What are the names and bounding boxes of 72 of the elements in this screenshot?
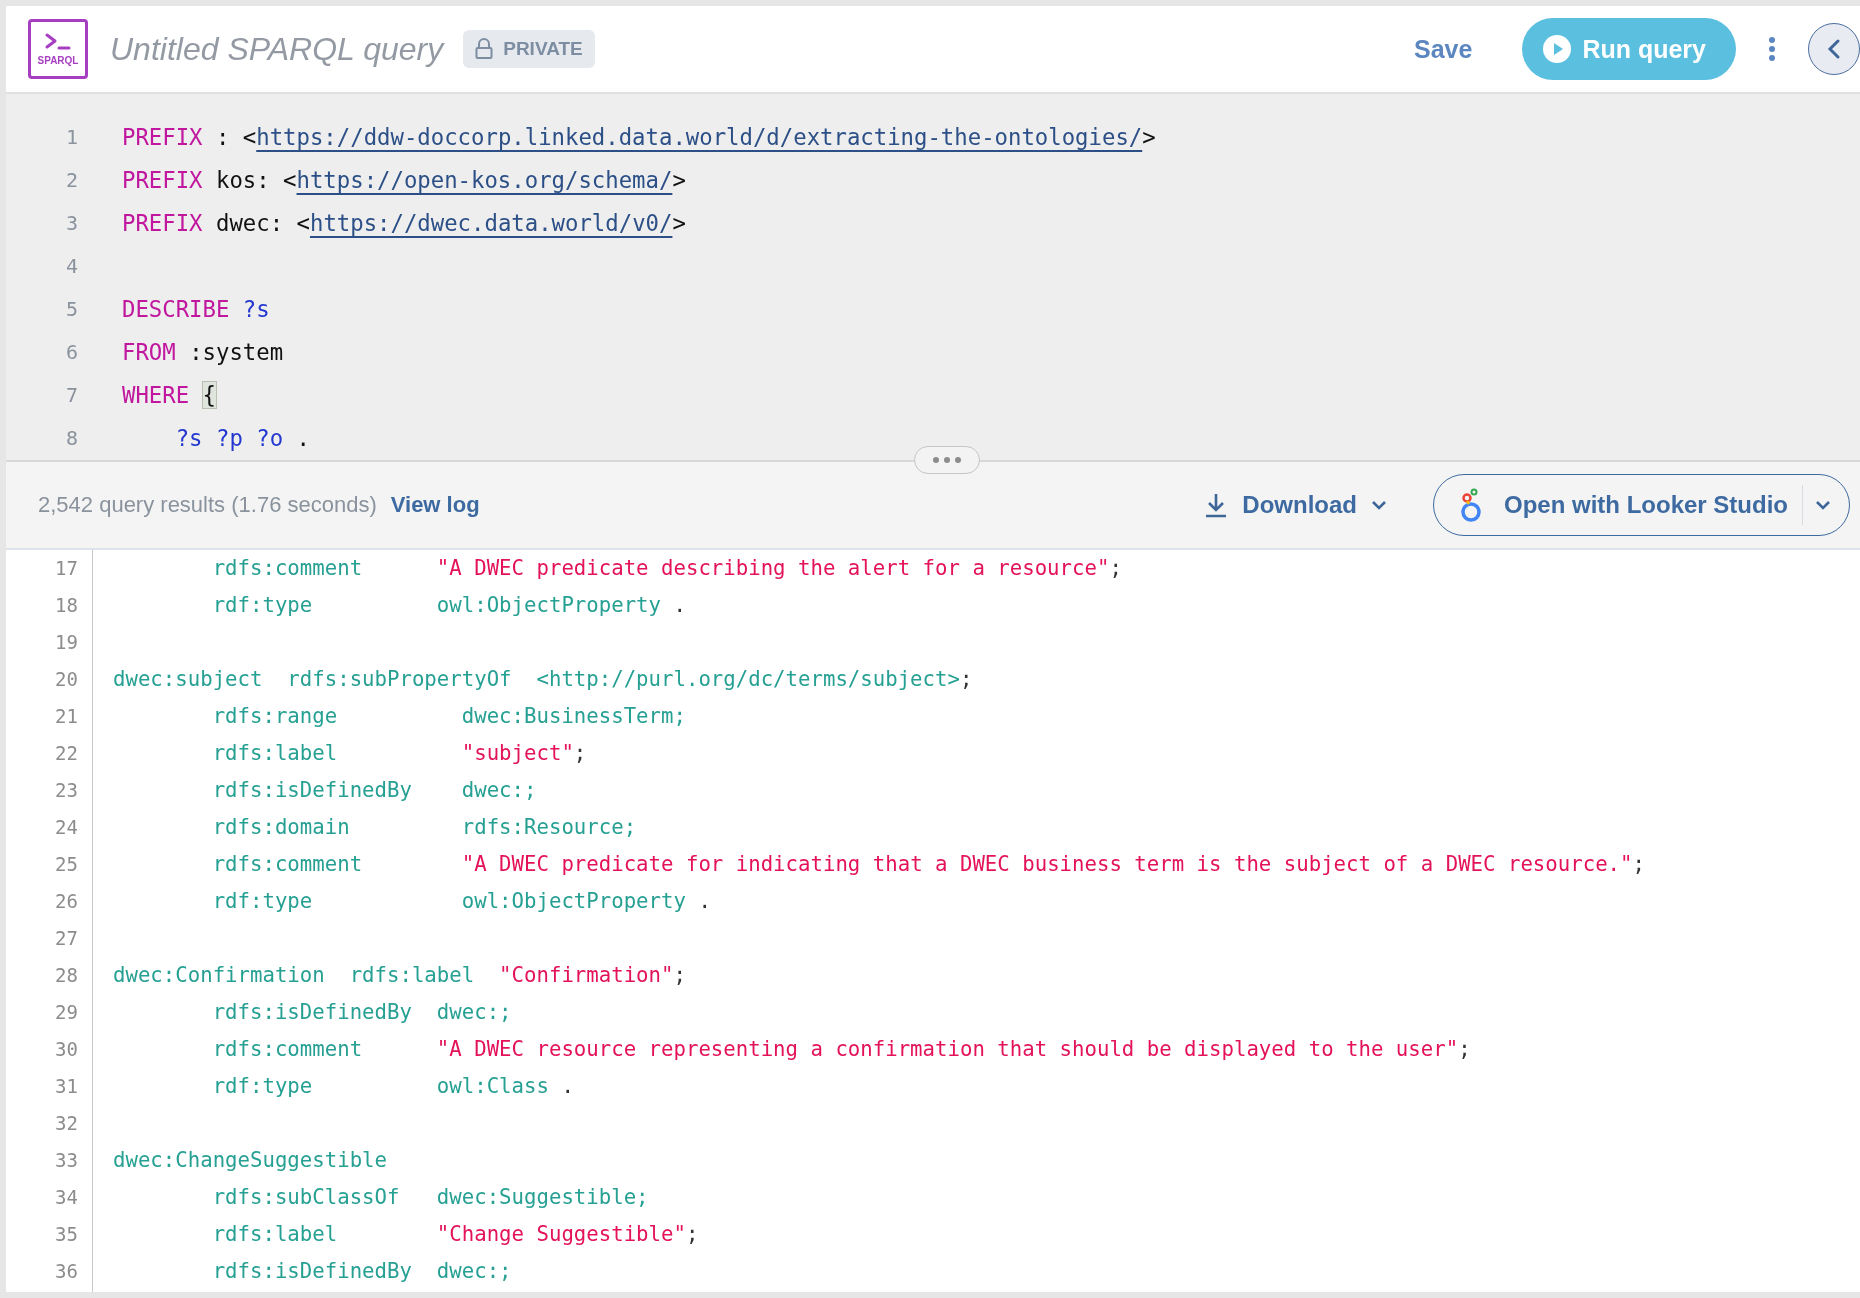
line-number: 2 [65,168,78,192]
code-line: rdfs:subClassOf dwec:Suggestible; [211,1185,649,1209]
code-line: rdfs:label "Change Suggestible"; [211,1222,699,1246]
resize-handle[interactable] [914,446,980,474]
line-number: 32 [55,1112,78,1134]
code-line: rdfs:comment "A DWEC predicate describing the alert for a resource"; [211,556,1122,580]
line-number: 5 [65,297,78,321]
code-line: rdf:type owl:Class . [211,1074,574,1098]
line-number: 25 [55,853,78,875]
line-number: 34 [55,1186,78,1208]
lock-icon [475,38,494,60]
badge-label: PRIVATE [503,38,583,60]
code-line: FROM :system [122,339,284,365]
code-line: PREFIX dwec: <https://dwec.data.world/v0/> [122,210,686,236]
collapse-button[interactable] [1808,23,1860,75]
more-icon [1768,36,1776,62]
line-number: 29 [55,1001,78,1023]
download-icon [1204,492,1229,518]
prompt-icon [44,32,72,52]
caret-icon [1815,500,1831,510]
logo-label: SPARQL [37,56,79,66]
results-summary: 2,542 query results (1.76 seconds) [38,492,377,518]
save-button[interactable]: Save [1414,34,1473,64]
code-line: rdfs:range dwec:BusinessTerm; [211,704,686,728]
line-number: 17 [55,557,78,579]
code-line: ?s ?p ?o . [174,425,310,451]
line-number: 24 [55,816,78,838]
looker-icon [1458,487,1484,523]
line-number: 28 [55,964,78,986]
code-line: dwec:subject rdfs:subPropertyOf <http://purl.org/dc/terms/subject>; [113,667,973,691]
code-line: rdfs:isDefinedBy dwec:; [211,778,537,802]
line-number: 20 [55,668,78,690]
line-number: 30 [55,1038,78,1060]
line-number: 4 [65,254,78,278]
code-line: rdfs:isDefinedBy dwec:; [211,1000,512,1024]
line-number: 35 [55,1223,78,1245]
line-number: 19 [55,631,78,653]
play-icon [1542,34,1573,64]
line-number: 33 [55,1149,78,1171]
code-line: WHERE { [122,382,216,408]
line-number: 27 [55,927,78,949]
code-line: rdfs:label "subject"; [211,741,587,765]
code-line: rdfs:comment "A DWEC resource representing a confirmation that should be displayed to the user"; [211,1037,1471,1061]
line-number: 23 [55,779,78,801]
line-number: 18 [55,594,78,616]
caret-icon [1371,500,1387,510]
line-number: 7 [65,383,78,407]
query-editor[interactable] [6,94,1860,460]
line-number: 1 [65,125,78,149]
open-looker-button[interactable]: Open with Looker Studio [1458,485,1803,525]
line-number: 3 [65,211,78,235]
code-line: PREFIX : <https://ddw-doccorp.linked.data.world/d/extracting-the-ontologies/> [122,124,1156,150]
code-line: rdf:type owl:ObjectProperty . [211,593,686,617]
line-number: 26 [55,890,78,912]
line-number: 36 [55,1260,78,1282]
query-title[interactable]: Untitled SPARQL query [110,30,444,68]
line-number: 21 [55,705,78,727]
code-line: rdfs:isDefinedBy dwec:; [211,1259,512,1283]
line-number: 22 [55,742,78,764]
line-number: 6 [65,340,78,364]
code-line: DESCRIBE ?s [122,296,270,322]
line-number: 8 [65,426,78,450]
code-line: rdf:type owl:ObjectProperty . [211,889,711,913]
line-number: 31 [55,1075,78,1097]
code-line: rdfs:domain rdfs:Resource; [211,815,637,839]
code-line: dwec:ChangeSuggestible [113,1148,387,1172]
code-line: PREFIX kos: <https://open-kos.org/schema/> [122,167,686,193]
view-log-link[interactable]: View log [390,492,480,518]
download-button[interactable]: Download [1204,491,1387,519]
chevron-left-icon [1827,38,1841,60]
code-line: dwec:Confirmation rdfs:label "Confirmation"; [113,963,686,987]
code-line: rdfs:comment "A DWEC predicate for indicating that a DWEC business term is the subject of a DWEC resource."; [211,852,1645,876]
